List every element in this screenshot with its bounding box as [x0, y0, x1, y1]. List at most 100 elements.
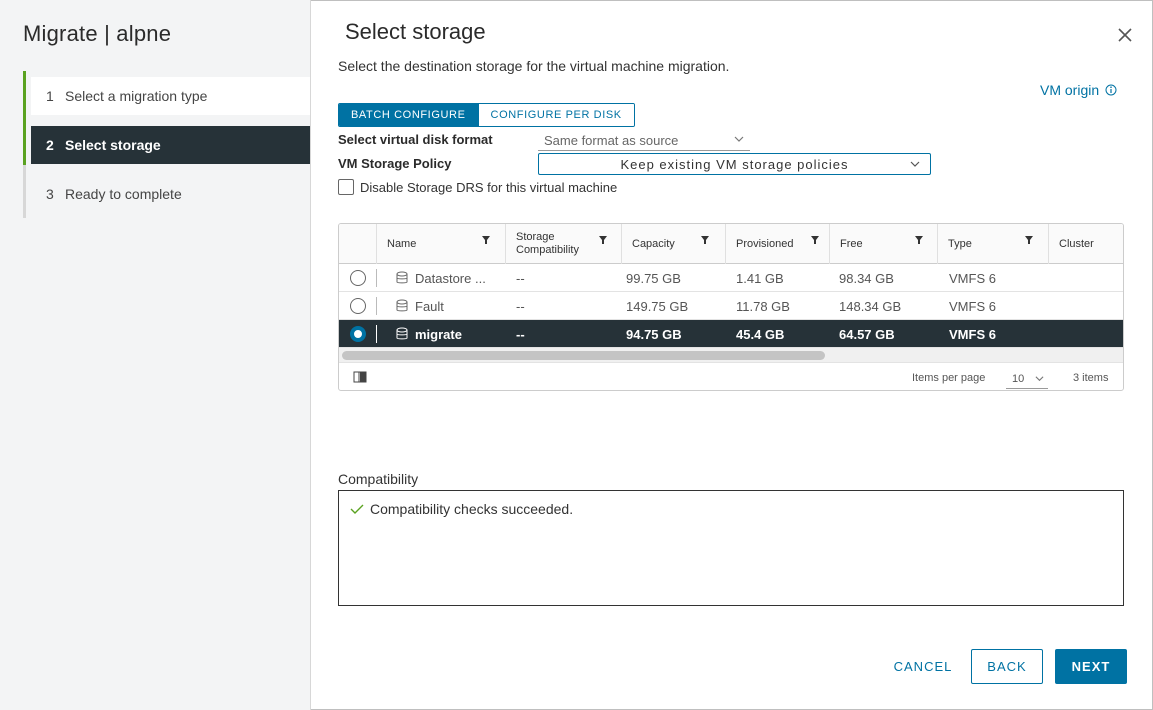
column-header-provisioned[interactable]: Provisioned — [725, 224, 828, 264]
batch-configure-tab[interactable]: BATCH CONFIGURE — [339, 104, 478, 126]
column-header-capacity[interactable]: Capacity — [621, 224, 724, 264]
filter-icon[interactable] — [810, 235, 820, 245]
cell-provisioned: 45.4 GB — [736, 326, 785, 342]
column-header-storage-compatibility[interactable]: Storage Compatibility — [505, 224, 620, 264]
chevron-down-icon — [910, 161, 920, 167]
row-divider — [376, 269, 377, 287]
row-divider — [376, 325, 377, 343]
items-per-page-label: Items per page — [912, 372, 986, 384]
cell-name-text: Datastore ... — [415, 270, 486, 286]
scrollbar-thumb[interactable] — [342, 351, 825, 360]
horizontal-scrollbar[interactable] — [339, 348, 1123, 362]
row-radio-selected[interactable] — [350, 326, 366, 342]
column-header-label: Capacity — [632, 238, 675, 250]
check-icon — [350, 504, 364, 514]
cell-name-text: Fault — [415, 298, 444, 314]
filter-icon[interactable] — [700, 235, 710, 245]
step-select-storage[interactable]: 2 Select storage — [31, 126, 310, 164]
cell-capacity: 99.75 GB — [626, 270, 681, 286]
column-header-line: Compatibility — [516, 244, 579, 256]
step-number: 1 — [46, 88, 54, 104]
cell-provisioned: 1.41 GB — [736, 270, 784, 286]
step-ready-to-complete[interactable]: 3 Ready to complete — [31, 175, 310, 213]
cell-provisioned: 11.78 GB — [736, 298, 790, 314]
compatibility-label: Compatibility — [338, 471, 419, 487]
filter-icon[interactable] — [914, 235, 924, 245]
column-header-label: Provisioned — [736, 238, 794, 250]
datastore-icon — [396, 327, 408, 340]
cell-name: Datastore ... — [395, 264, 486, 292]
cell-type: VMFS 6 — [949, 270, 996, 286]
row-radio[interactable] — [350, 270, 366, 286]
datastore-icon — [396, 271, 408, 284]
table-row[interactable]: Datastore ... -- 99.75 GB 1.41 GB 98.34 … — [339, 264, 1123, 292]
grid-header: Name Storage Compatibility Capacity Provi… — [339, 224, 1123, 264]
filter-icon[interactable] — [481, 235, 491, 245]
cell-type: VMFS 6 — [949, 326, 996, 342]
step-select-migration-type[interactable]: 1 Select a migration type — [31, 77, 310, 115]
items-per-page-select[interactable]: 10 — [1006, 369, 1048, 389]
chevron-down-icon — [734, 136, 744, 142]
back-button[interactable]: BACK — [971, 649, 1043, 684]
disk-format-select[interactable]: Same format as source — [538, 130, 750, 151]
cell-free: 148.34 GB — [839, 298, 902, 314]
datastore-icon — [396, 299, 408, 312]
close-icon[interactable] — [1114, 24, 1136, 46]
table-row[interactable]: Fault -- 149.75 GB 11.78 GB 148.34 GB VM… — [339, 292, 1123, 320]
wizard-sidebar: Migrate | alpne 1 Select a migration typ… — [0, 0, 311, 710]
configure-mode-toggle: BATCH CONFIGURE CONFIGURE PER DISK — [338, 103, 635, 127]
cell-compat: -- — [516, 298, 525, 314]
cell-name: Fault — [395, 292, 444, 320]
compatibility-message-text: Compatibility checks succeeded. — [370, 501, 574, 517]
datastore-grid: Name Storage Compatibility Capacity Provi… — [338, 223, 1124, 391]
table-row-selected[interactable]: migrate -- 94.75 GB 45.4 GB 64.57 GB VMF… — [339, 320, 1123, 348]
compatibility-message: Compatibility checks succeeded. — [350, 501, 573, 517]
cell-compat: -- — [516, 270, 525, 286]
column-header-label: Free — [840, 238, 863, 250]
column-header-label: Cluster — [1059, 238, 1094, 250]
step-number: 3 — [46, 186, 54, 202]
column-toggle-icon[interactable] — [353, 371, 367, 383]
column-header-type[interactable]: Type — [937, 224, 1047, 264]
disk-format-value: Same format as source — [544, 132, 679, 148]
page-subtitle: Select the destination storage for the v… — [338, 58, 730, 74]
next-button[interactable]: NEXT — [1055, 649, 1127, 684]
cell-free: 64.57 GB — [839, 326, 895, 342]
cell-capacity: 149.75 GB — [626, 298, 689, 314]
column-header-name[interactable]: Name — [376, 224, 501, 264]
filter-icon[interactable] — [598, 235, 608, 245]
chevron-down-icon — [1035, 376, 1044, 382]
cell-type: VMFS 6 — [949, 298, 996, 314]
configure-per-disk-tab[interactable]: CONFIGURE PER DISK — [477, 104, 634, 126]
step-label: Select a migration type — [65, 88, 208, 104]
cancel-button[interactable]: CANCEL — [883, 649, 963, 684]
disk-format-label: Select virtual disk format — [338, 132, 493, 147]
cell-name-text: migrate — [415, 326, 462, 342]
wizard-title: Migrate | alpne — [23, 21, 172, 46]
step-number: 2 — [46, 137, 54, 153]
page-title: Select storage — [345, 19, 486, 44]
main-panel: Select storage Select the destination st… — [311, 0, 1153, 710]
storage-policy-select[interactable]: Keep existing VM storage policies — [538, 153, 931, 175]
disable-drs-checkbox[interactable] — [338, 179, 354, 195]
vm-origin-label: VM origin — [1040, 82, 1100, 98]
column-header-label: Type — [948, 238, 972, 250]
column-header-line: Storage — [516, 231, 555, 243]
item-count: 3 items — [1073, 372, 1109, 384]
info-icon — [1105, 84, 1117, 96]
column-header-free[interactable]: Free — [829, 224, 937, 264]
cell-capacity: 94.75 GB — [626, 326, 682, 342]
cell-free: 98.34 GB — [839, 270, 894, 286]
cell-compat: -- — [516, 326, 525, 342]
column-header-cluster[interactable]: Cluster — [1048, 224, 1123, 264]
cell-name: migrate — [395, 320, 462, 348]
step-track-progress — [23, 71, 26, 165]
filter-icon[interactable] — [1024, 235, 1034, 245]
storage-policy-value: Keep existing VM storage policies — [620, 156, 849, 172]
column-header-label: Name — [387, 238, 417, 250]
items-per-page-value: 10 — [1012, 372, 1025, 385]
step-label: Ready to complete — [65, 186, 182, 202]
row-radio[interactable] — [350, 298, 366, 314]
column-header-label: Storage Compatibility — [516, 231, 579, 257]
vm-origin-link[interactable]: VM origin — [1040, 82, 1117, 98]
